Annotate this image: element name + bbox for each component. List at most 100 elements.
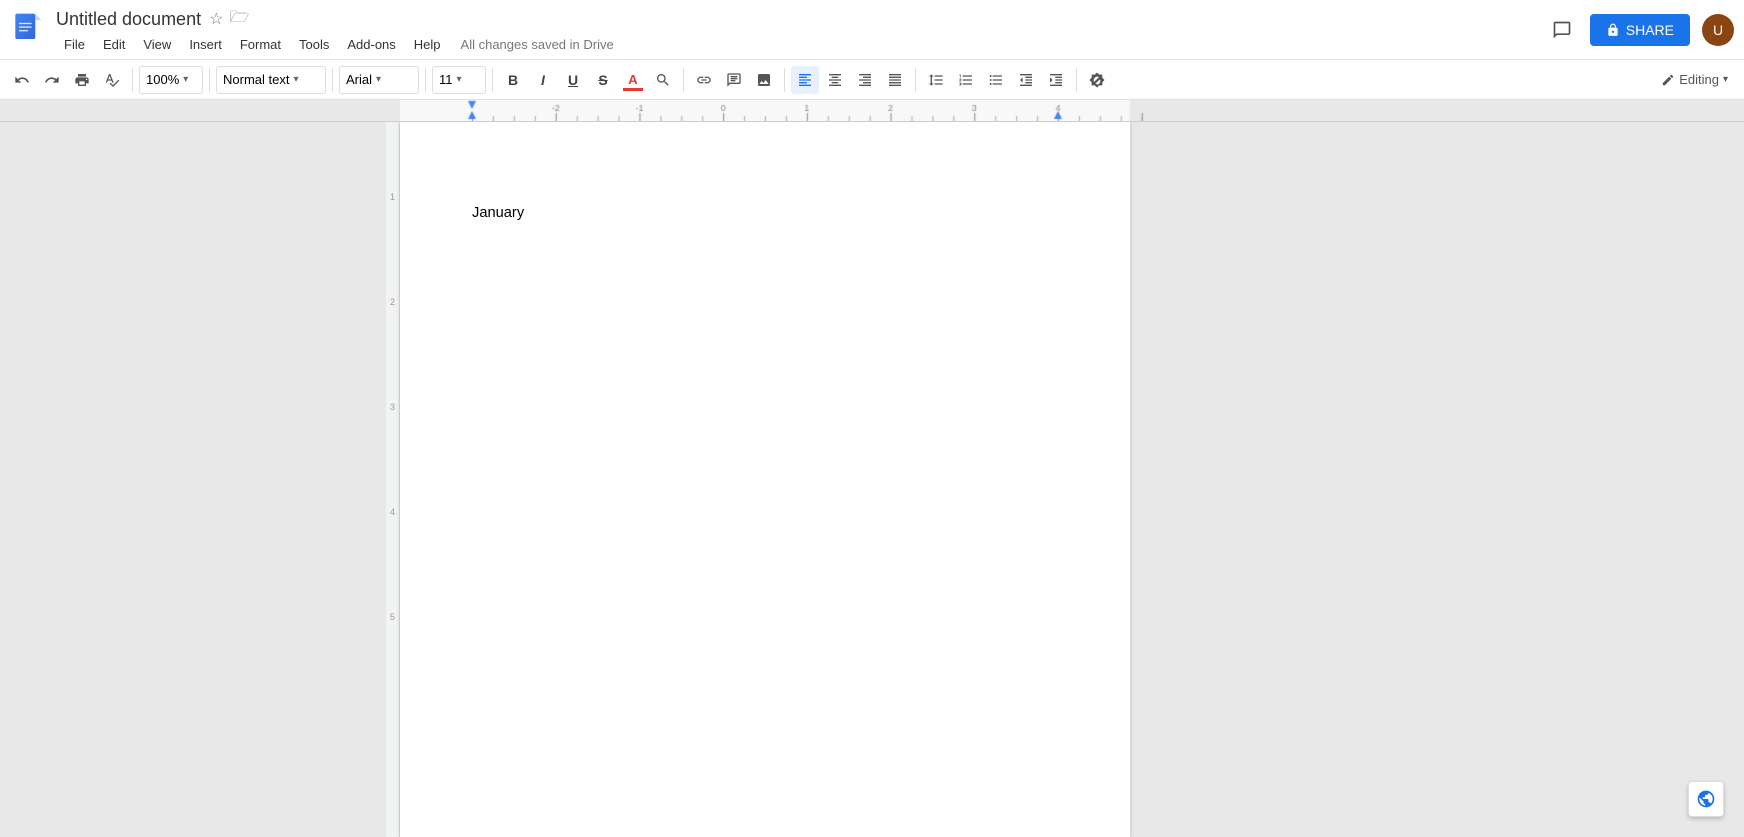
- undo-button[interactable]: [8, 66, 36, 94]
- spellcheck-button[interactable]: [98, 66, 126, 94]
- right-margin: [1130, 122, 1744, 837]
- menu-help[interactable]: Help: [406, 35, 449, 54]
- separator-1: [132, 68, 133, 92]
- menu-edit[interactable]: Edit: [95, 35, 133, 54]
- share-label: SHARE: [1626, 22, 1674, 38]
- document-content[interactable]: January: [400, 122, 1130, 304]
- align-center-button[interactable]: [821, 66, 849, 94]
- style-chevron: ▾: [293, 74, 298, 85]
- clear-formatting-icon: [1089, 72, 1105, 88]
- separator-5: [492, 68, 493, 92]
- main-area: 1 2 3 4 5 January: [0, 122, 1744, 837]
- bold-button[interactable]: B: [499, 66, 527, 94]
- separator-3: [332, 68, 333, 92]
- increase-indent-icon: [1048, 72, 1064, 88]
- explore-icon: [1696, 789, 1716, 809]
- share-button[interactable]: SHARE: [1590, 14, 1690, 46]
- increase-indent-button[interactable]: [1042, 66, 1070, 94]
- ruler-mark-1: 1: [390, 192, 395, 202]
- italic-button[interactable]: I: [529, 66, 557, 94]
- menu-tools[interactable]: Tools: [291, 35, 337, 54]
- print-icon: [74, 72, 90, 88]
- link-icon: [696, 72, 712, 88]
- menu-view[interactable]: View: [135, 35, 179, 54]
- vertical-ruler: 1 2 3 4 5: [386, 122, 400, 837]
- document-text[interactable]: January: [472, 202, 1058, 224]
- align-left-button[interactable]: [791, 66, 819, 94]
- unordered-list-button[interactable]: [982, 66, 1010, 94]
- document-page: January: [400, 122, 1130, 837]
- menu-bar: File Edit View Insert Format Tools Add-o…: [56, 35, 1546, 54]
- ruler-mark-2: 2: [390, 297, 395, 307]
- image-icon: [756, 72, 772, 88]
- zoom-dropdown[interactable]: 100% ▾: [139, 66, 203, 94]
- ruler-canvas: [0, 100, 1744, 121]
- header-right: SHARE U: [1546, 14, 1734, 46]
- document-title[interactable]: Untitled document: [56, 9, 201, 30]
- redo-icon: [44, 72, 60, 88]
- strikethrough-button[interactable]: S: [589, 66, 617, 94]
- folder-icon[interactable]: 🗁: [229, 6, 249, 33]
- line-spacing-button[interactable]: [922, 66, 950, 94]
- align-right-button[interactable]: [851, 66, 879, 94]
- undo-icon: [14, 72, 30, 88]
- line-spacing-icon: [928, 72, 944, 88]
- clear-formatting-button[interactable]: [1083, 66, 1111, 94]
- spellcheck-icon: [104, 72, 120, 88]
- align-center-icon: [827, 72, 843, 88]
- size-chevron: ▾: [457, 74, 462, 85]
- add-comment-icon: [726, 72, 742, 88]
- ordered-list-button[interactable]: [952, 66, 980, 94]
- editing-mode-label: Editing: [1679, 72, 1719, 87]
- font-size-dropdown[interactable]: 11 ▾: [432, 66, 486, 94]
- title-bar: Untitled document ☆ 🗁 File Edit View Ins…: [0, 0, 1744, 60]
- star-icon[interactable]: ☆: [209, 9, 223, 29]
- comment-button[interactable]: [1546, 14, 1578, 46]
- underline-button[interactable]: U: [559, 66, 587, 94]
- redo-button[interactable]: [38, 66, 66, 94]
- ruler-mark-4: 4: [390, 507, 395, 517]
- menu-addons[interactable]: Add-ons: [339, 35, 403, 54]
- print-button[interactable]: [68, 66, 96, 94]
- menu-format[interactable]: Format: [232, 35, 289, 54]
- font-dropdown[interactable]: Arial ▾: [339, 66, 419, 94]
- edit-mode-icon: [1661, 73, 1675, 87]
- style-dropdown[interactable]: Normal text ▾: [216, 66, 326, 94]
- user-avatar[interactable]: U: [1702, 14, 1734, 46]
- separator-9: [1076, 68, 1077, 92]
- menu-file[interactable]: File: [56, 35, 93, 54]
- toolbar: 100% ▾ Normal text ▾ Arial ▾ 11 ▾ B I U …: [0, 60, 1744, 100]
- align-right-icon: [857, 72, 873, 88]
- ordered-list-icon: [958, 72, 974, 88]
- add-comment-button[interactable]: [720, 66, 748, 94]
- ruler: [0, 100, 1744, 122]
- justify-button[interactable]: [881, 66, 909, 94]
- save-status: All changes saved in Drive: [461, 37, 614, 52]
- title-icons: ☆ 🗁: [209, 6, 249, 33]
- lock-icon: [1606, 23, 1620, 37]
- align-left-icon: [797, 72, 813, 88]
- text-color-button[interactable]: A: [619, 66, 647, 94]
- ruler-mark-3: 3: [390, 402, 395, 412]
- separator-7: [784, 68, 785, 92]
- zoom-value: 100%: [146, 72, 179, 87]
- left-margin: 1 2 3 4 5: [0, 122, 400, 837]
- font-value: Arial: [346, 72, 372, 87]
- separator-4: [425, 68, 426, 92]
- editing-mode[interactable]: Editing ▾: [1661, 72, 1736, 87]
- fab-button[interactable]: [1688, 781, 1724, 817]
- comment-icon: [1552, 20, 1572, 40]
- decrease-indent-icon: [1018, 72, 1034, 88]
- highlight-button[interactable]: [649, 66, 677, 94]
- link-button[interactable]: [690, 66, 718, 94]
- separator-2: [209, 68, 210, 92]
- size-value: 11: [439, 72, 453, 87]
- zoom-chevron: ▾: [183, 74, 188, 85]
- decrease-indent-button[interactable]: [1012, 66, 1040, 94]
- image-button[interactable]: [750, 66, 778, 94]
- menu-insert[interactable]: Insert: [181, 35, 230, 54]
- separator-6: [683, 68, 684, 92]
- doc-title-row: Untitled document ☆ 🗁: [56, 6, 1546, 33]
- unordered-list-icon: [988, 72, 1004, 88]
- docs-icon: [10, 12, 46, 48]
